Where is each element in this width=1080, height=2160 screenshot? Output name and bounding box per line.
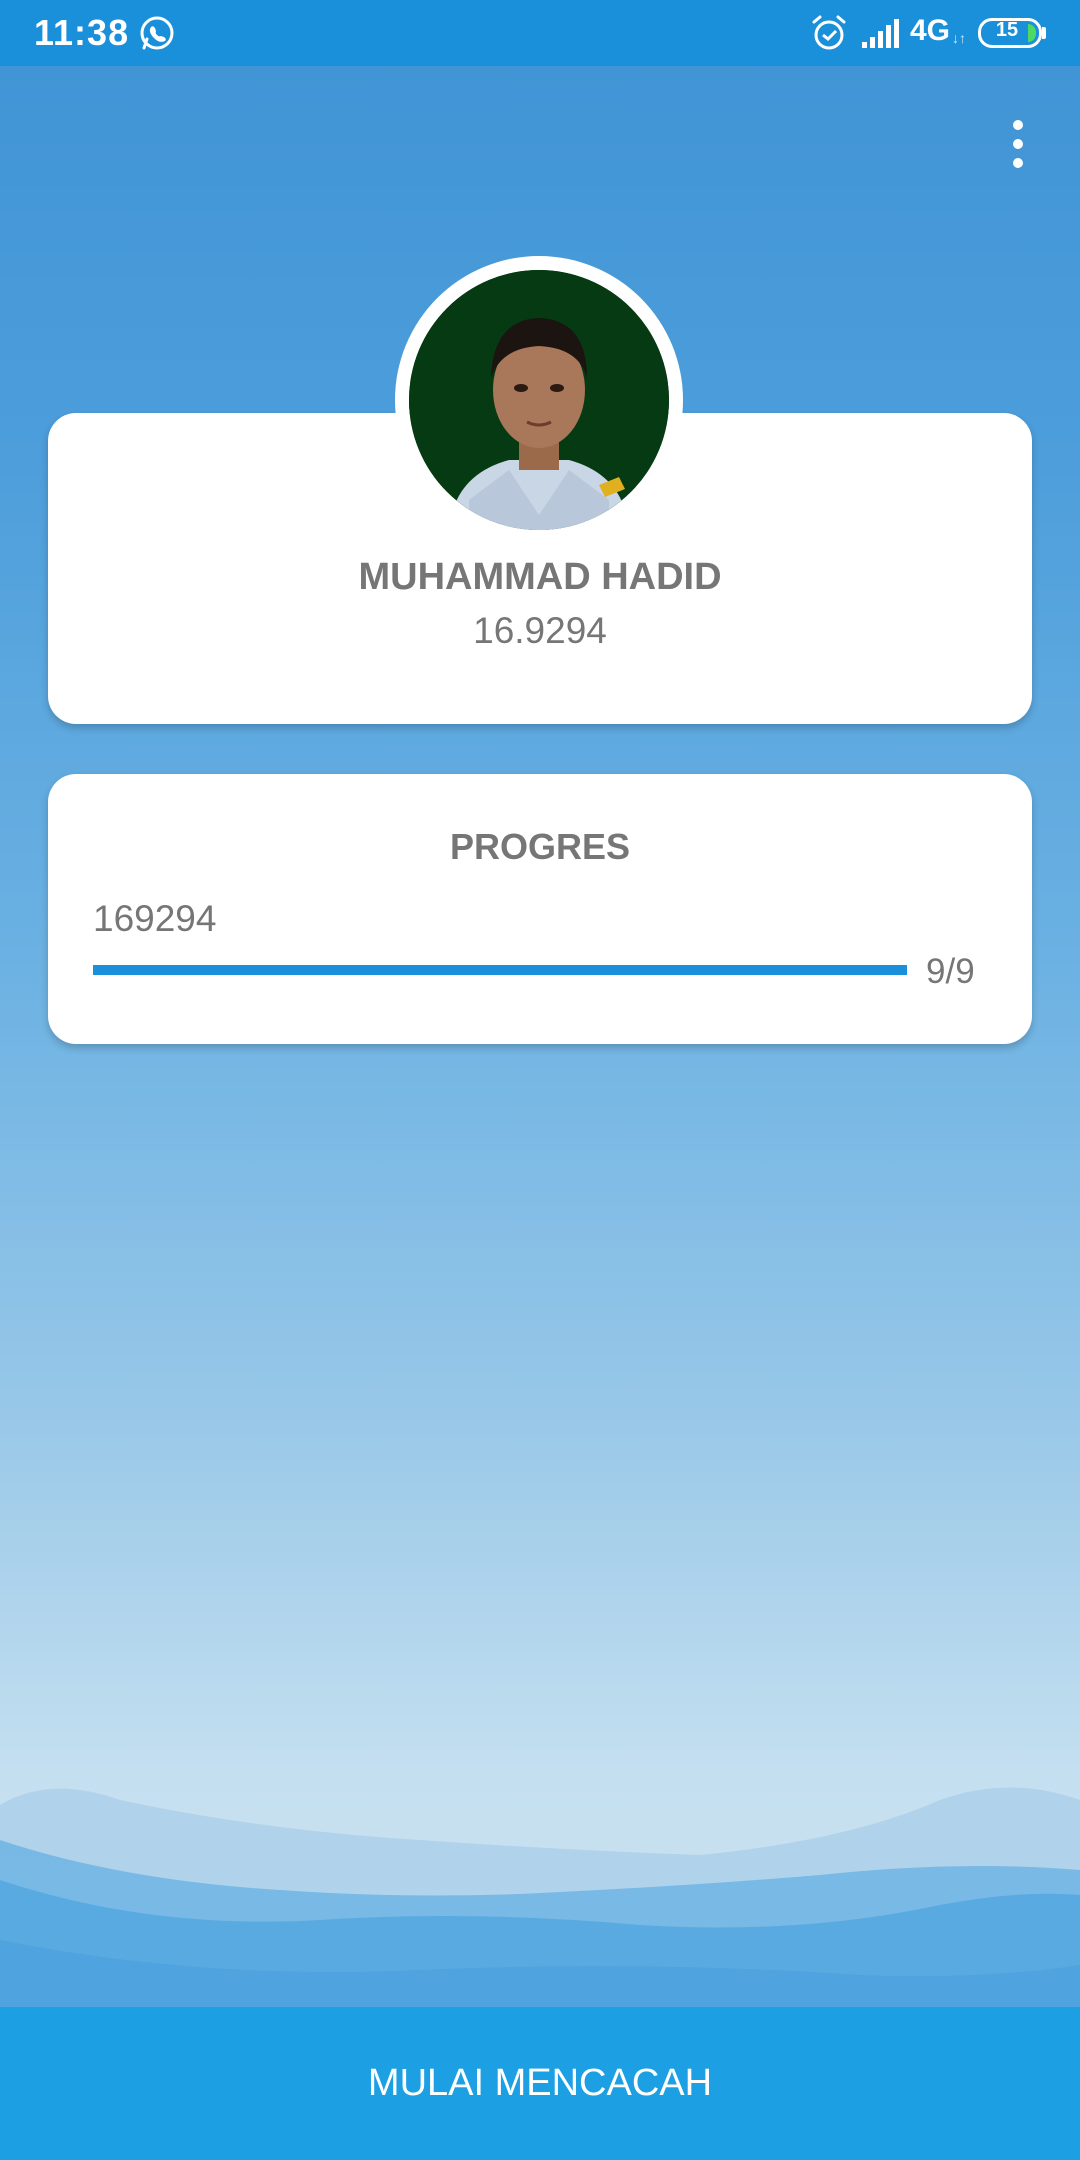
avatar[interactable]: [409, 270, 669, 530]
home-screen: 11:38 4G ↓↑ 15 MUHAMMAD HADID 16.9294 PR…: [0, 0, 1080, 2160]
menu-dot: [1013, 139, 1023, 149]
menu-dot: [1013, 158, 1023, 168]
progress-code: 169294: [93, 898, 217, 939]
battery-level: 15: [995, 19, 1019, 41]
battery-icon: 15: [978, 18, 1042, 48]
profile-id: 16.9294: [473, 610, 607, 651]
progress-title: PROGRES: [449, 826, 631, 867]
progress-bar: [93, 965, 907, 975]
network-type: 4G: [910, 14, 951, 47]
progress-count: 9/9: [926, 952, 975, 991]
battery-cap: [1042, 27, 1046, 39]
wave-decoration: [0, 1787, 1080, 2010]
more-vert-icon[interactable]: [990, 112, 1046, 176]
menu-dot: [1013, 120, 1023, 130]
status-bar: 11:38 4G ↓↑ 15: [0, 0, 1080, 66]
profile-name: MUHAMMAD HADID: [358, 556, 722, 598]
avatar-photo: [409, 270, 669, 530]
alarm-icon: [812, 15, 846, 50]
start-enumeration-button[interactable]: MULAI MENCACAH: [0, 2007, 1080, 2160]
signal-icon: [862, 19, 899, 48]
whatsapp-icon: [140, 16, 174, 50]
network-activity-icon: ↓↑: [952, 30, 966, 46]
progress-bar-fill: [93, 965, 907, 975]
status-time: 11:38: [34, 12, 130, 53]
